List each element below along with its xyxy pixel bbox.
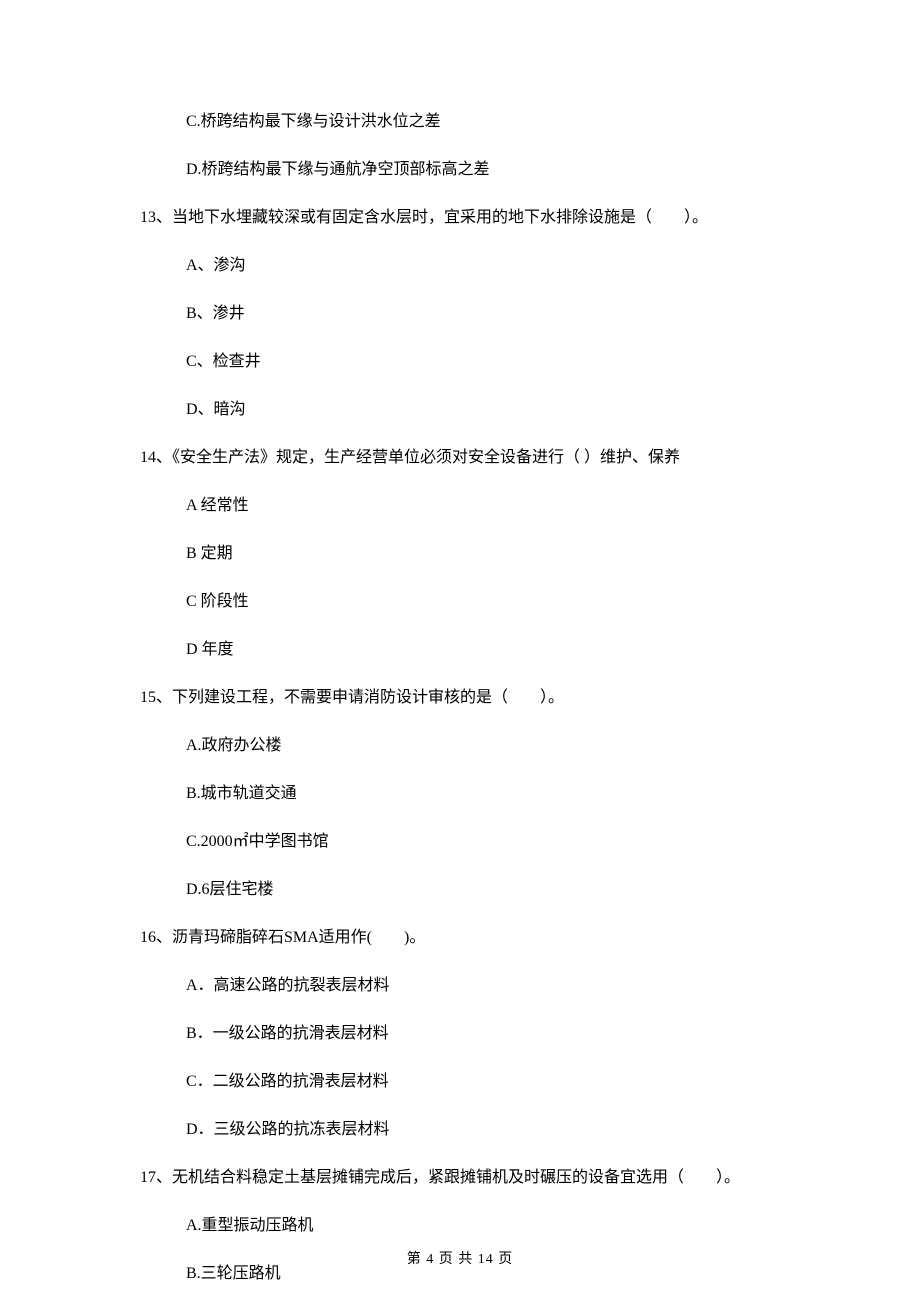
option-item: A．高速公路的抗裂表层材料 (186, 974, 780, 998)
option-item: D.6层住宅楼 (186, 878, 780, 902)
page-footer: 第 4 页 共 14 页 (0, 1248, 920, 1268)
option-item: A.重型振动压路机 (186, 1214, 780, 1238)
option-item: D.桥跨结构最下缘与通航净空顶部标高之差 (186, 158, 780, 182)
option-item: D．三级公路的抗冻表层材料 (186, 1118, 780, 1142)
option-item: C.2000㎡中学图书馆 (186, 830, 780, 854)
option-item: B 定期 (186, 542, 780, 566)
question-14-stem: 14、《安全生产法》规定，生产经营单位必须对安全设备进行（ ）维护、保养 (140, 446, 780, 470)
question-15-options: A.政府办公楼 B.城市轨道交通 C.2000㎡中学图书馆 D.6层住宅楼 (140, 734, 780, 902)
question-14-options: A 经常性 B 定期 C 阶段性 D 年度 (140, 494, 780, 662)
question-16-options: A．高速公路的抗裂表层材料 B．一级公路的抗滑表层材料 C．二级公路的抗滑表层材… (140, 974, 780, 1142)
question-16-stem: 16、沥青玛碲脂碎石SMA适用作( )。 (140, 926, 780, 950)
question-15-stem: 15、下列建设工程，不需要申请消防设计审核的是（ ）。 (140, 686, 780, 710)
question-13-stem: 13、当地下水埋藏较深或有固定含水层时，宜采用的地下水排除设施是（ ）。 (140, 206, 780, 230)
option-item: C、检查井 (186, 350, 780, 374)
prev-question-options: C.桥跨结构最下缘与设计洪水位之差 D.桥跨结构最下缘与通航净空顶部标高之差 (140, 110, 780, 182)
option-item: B．一级公路的抗滑表层材料 (186, 1022, 780, 1046)
option-item: C.桥跨结构最下缘与设计洪水位之差 (186, 110, 780, 134)
option-item: C．二级公路的抗滑表层材料 (186, 1070, 780, 1094)
option-item: A.政府办公楼 (186, 734, 780, 758)
option-item: A 经常性 (186, 494, 780, 518)
option-item: B、渗井 (186, 302, 780, 326)
question-13-options: A、渗沟 B、渗井 C、检查井 D、暗沟 (140, 254, 780, 422)
option-item: C 阶段性 (186, 590, 780, 614)
option-item: A、渗沟 (186, 254, 780, 278)
option-item: D 年度 (186, 638, 780, 662)
page-content: C.桥跨结构最下缘与设计洪水位之差 D.桥跨结构最下缘与通航净空顶部标高之差 1… (0, 0, 920, 1286)
option-item: D、暗沟 (186, 398, 780, 422)
question-17-stem: 17、无机结合料稳定土基层摊铺完成后，紧跟摊铺机及时碾压的设备宜选用（ ）。 (140, 1166, 780, 1190)
option-item: B.城市轨道交通 (186, 782, 780, 806)
